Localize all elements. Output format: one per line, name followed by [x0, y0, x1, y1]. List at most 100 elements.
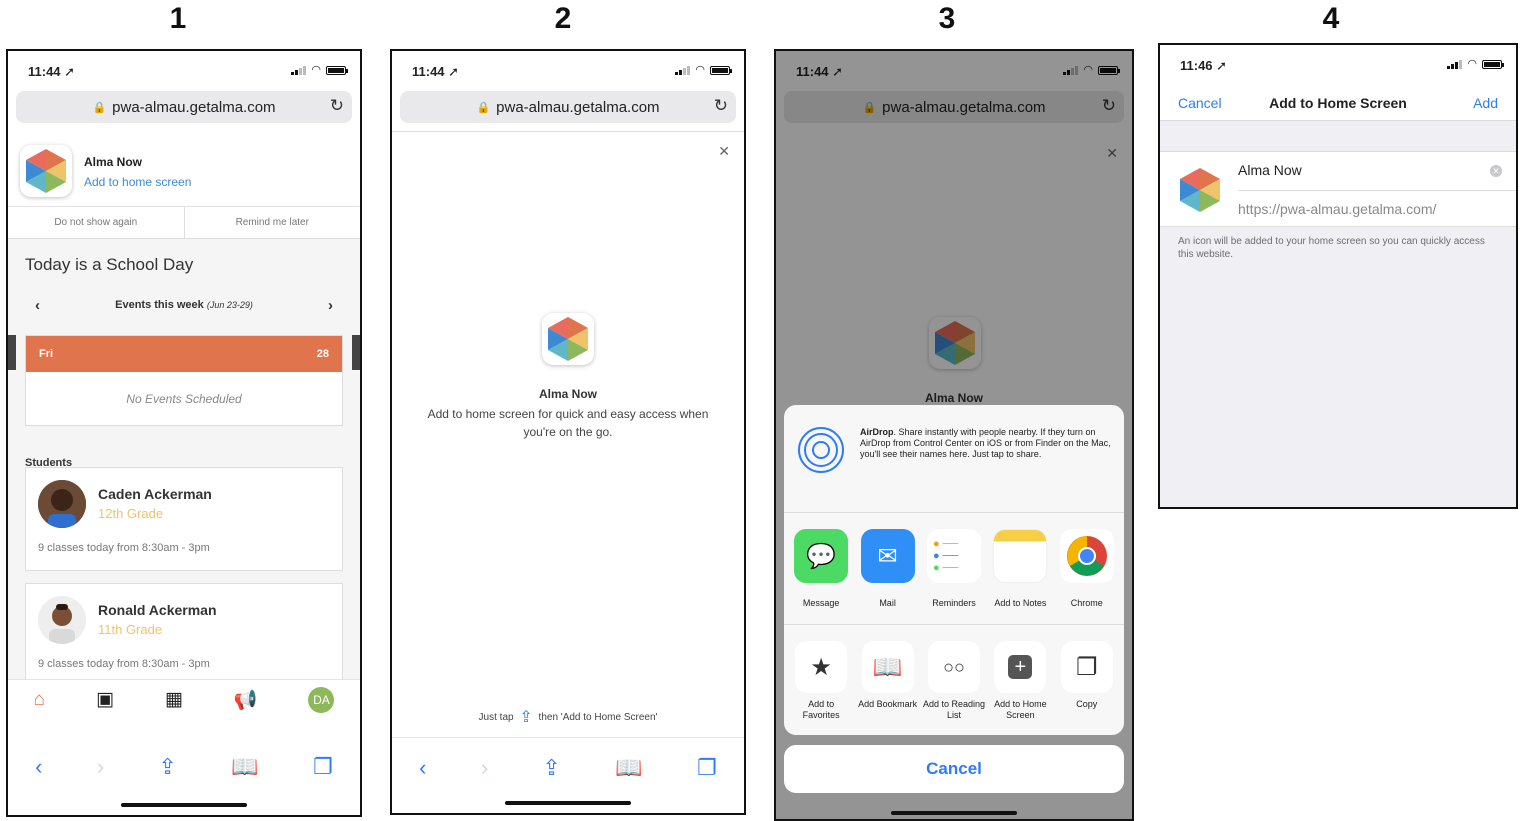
forward-icon[interactable]: ›: [481, 755, 488, 781]
header-divider: [392, 131, 744, 132]
reminders-icon: ● ── ● ── ● ──: [926, 529, 981, 583]
reload-icon[interactable]: ↻: [330, 96, 344, 116]
share-app-message[interactable]: 💬 Message: [791, 529, 851, 624]
step-number-4: 4: [1322, 2, 1340, 35]
student-avatar: [38, 480, 86, 528]
close-icon[interactable]: ✕: [718, 143, 730, 160]
action-label: Add to Favorites: [802, 699, 840, 720]
share-app-mail[interactable]: ✉ Mail: [858, 529, 918, 624]
student-card[interactable]: Caden Ackerman 12th Grade 9 classes toda…: [25, 467, 343, 571]
share-app-label: Chrome: [1070, 598, 1103, 608]
status-time: 11:46 ➚: [1180, 58, 1228, 73]
plus-square-icon: +: [994, 641, 1047, 693]
contacts-icon[interactable]: ▣: [96, 688, 114, 711]
share-actions-row: ★ Add to Favorites 📖 Add Bookmark ○○ Add…: [784, 625, 1124, 735]
action-label: Add to Reading List: [922, 699, 985, 720]
app-url-field: https://pwa-almau.getalma.com/: [1238, 201, 1437, 217]
events-label: Events this week: [115, 299, 204, 311]
cancel-button[interactable]: Cancel: [784, 745, 1124, 793]
share-hint: Just tap ⇪ then 'Add to Home Screen': [392, 707, 744, 727]
safari-toolbar: ‹ › ⇪ 📖 ❐: [392, 737, 744, 797]
step-number-3: 3: [938, 2, 956, 35]
share-icon: ⇪: [519, 709, 533, 726]
modal-description: Add to home screen for quick and easy ac…: [427, 407, 709, 439]
wifi-icon: ◠: [695, 64, 705, 76]
app-name-field[interactable]: Alma Now: [1238, 162, 1302, 178]
tabs-icon[interactable]: ❐: [697, 755, 717, 781]
day-card[interactable]: Fri 28 No Events Scheduled: [25, 335, 343, 426]
carousel-prev-edge: [8, 335, 16, 370]
action-add-bookmark[interactable]: 📖 Add Bookmark: [856, 641, 920, 735]
airdrop-section[interactable]: AirDrop. Share instantly with people nea…: [784, 405, 1124, 513]
student-card[interactable]: Ronald Ackerman 11th Grade 9 classes tod…: [25, 583, 343, 687]
action-add-home-screen[interactable]: + Add to Home Screen: [988, 641, 1052, 735]
share-icon[interactable]: ⇪: [543, 755, 561, 781]
share-app-notes[interactable]: Add to Notes: [990, 529, 1050, 624]
airdrop-text: AirDrop. Share instantly with people nea…: [860, 427, 1112, 460]
share-icon[interactable]: ⇪: [159, 754, 177, 780]
notes-icon: [993, 529, 1048, 583]
carousel-next-edge: [352, 335, 360, 370]
hint-after: then 'Add to Home Screen': [538, 712, 658, 723]
student-grade: 12th Grade: [98, 506, 164, 521]
phone-screen-1: 11:44 ➚ ◠ 🔒 pwa-almau.getalma.com ↻ Alma…: [6, 49, 362, 817]
add-home-note: An icon will be added to your home scree…: [1178, 236, 1485, 260]
reload-icon[interactable]: ↻: [714, 96, 728, 116]
action-label: Copy: [1076, 699, 1098, 709]
step-number-2: 2: [554, 2, 572, 35]
glasses-icon: ○○: [927, 641, 980, 693]
chevron-left-icon[interactable]: ‹: [35, 297, 40, 314]
add-to-home-link[interactable]: Add to home screen: [84, 175, 191, 189]
user-avatar[interactable]: DA: [308, 686, 335, 713]
share-app-reminders[interactable]: ● ── ● ── ● ── Reminders: [924, 529, 984, 624]
back-icon[interactable]: ‹: [35, 754, 42, 780]
book-icon: 📖: [861, 641, 914, 693]
phone-screen-2: 11:44 ➚ ◠ 🔒 pwa-almau.getalma.com ↻ ✕ Al…: [390, 49, 746, 815]
bookmarks-icon[interactable]: 📖: [615, 755, 642, 781]
tabs-icon[interactable]: ❐: [313, 754, 333, 780]
events-week-nav: ‹ Events this week (Jun 23-29) ›: [25, 297, 343, 321]
no-events-text: No Events Scheduled: [126, 392, 242, 406]
events-range: (Jun 23-29): [206, 300, 253, 310]
share-app-label: Mail: [879, 598, 896, 608]
address-bar[interactable]: 🔒 pwa-almau.getalma.com ↻: [400, 91, 736, 123]
student-classes: 9 classes today from 8:30am - 3pm: [38, 542, 210, 554]
bookmarks-icon[interactable]: 📖: [231, 754, 258, 780]
do-not-show-button[interactable]: Do not show again: [8, 207, 184, 238]
day-name: Fri: [39, 348, 54, 360]
airdrop-icon: [798, 427, 844, 473]
address-bar[interactable]: 🔒 pwa-almau.getalma.com ↻: [16, 91, 352, 123]
lock-icon: 🔒: [92, 101, 107, 114]
home-indicator: [891, 811, 1017, 815]
today-heading: Today is a School Day: [25, 255, 194, 274]
back-icon[interactable]: ‹: [419, 755, 426, 781]
action-reading-list[interactable]: ○○ Add to Reading List: [922, 641, 986, 735]
share-app-chrome[interactable]: Chrome: [1057, 529, 1117, 624]
home-icon[interactable]: ⌂: [33, 689, 44, 711]
phone-screen-4: 11:46 ➚ ◠ Cancel Add to Home Screen Add …: [1158, 43, 1518, 509]
modal-app-name: Alma Now: [538, 387, 597, 401]
clear-icon[interactable]: ✕: [1490, 165, 1502, 177]
airdrop-description: . Share instantly with people nearby. If…: [860, 427, 1111, 459]
nav-title: Add to Home Screen: [1269, 95, 1407, 111]
home-indicator: [121, 803, 247, 807]
install-banner: Alma Now Add to home screen: [8, 135, 360, 207]
add-button[interactable]: Add: [1473, 95, 1498, 111]
chrome-icon: [1059, 529, 1114, 583]
star-icon: ★: [795, 641, 848, 693]
action-add-favorites[interactable]: ★ Add to Favorites: [789, 641, 853, 735]
remind-later-button[interactable]: Remind me later: [183, 207, 361, 238]
day-number: 28: [316, 348, 329, 360]
copy-icon: ❐: [1060, 641, 1113, 693]
chevron-right-icon[interactable]: ›: [328, 297, 333, 314]
share-app-label: Add to Notes: [994, 598, 1047, 608]
action-copy[interactable]: ❐ Copy: [1055, 641, 1119, 735]
share-app-label: Message: [802, 598, 840, 608]
home-indicator: [505, 801, 631, 805]
mail-icon: ✉: [860, 529, 915, 583]
calendar-icon[interactable]: ▦: [165, 688, 183, 711]
url-text: pwa-almau.getalma.com: [496, 98, 660, 116]
signal-icon: [1447, 60, 1463, 69]
forward-icon[interactable]: ›: [97, 754, 104, 780]
megaphone-icon[interactable]: 📢: [234, 688, 258, 712]
